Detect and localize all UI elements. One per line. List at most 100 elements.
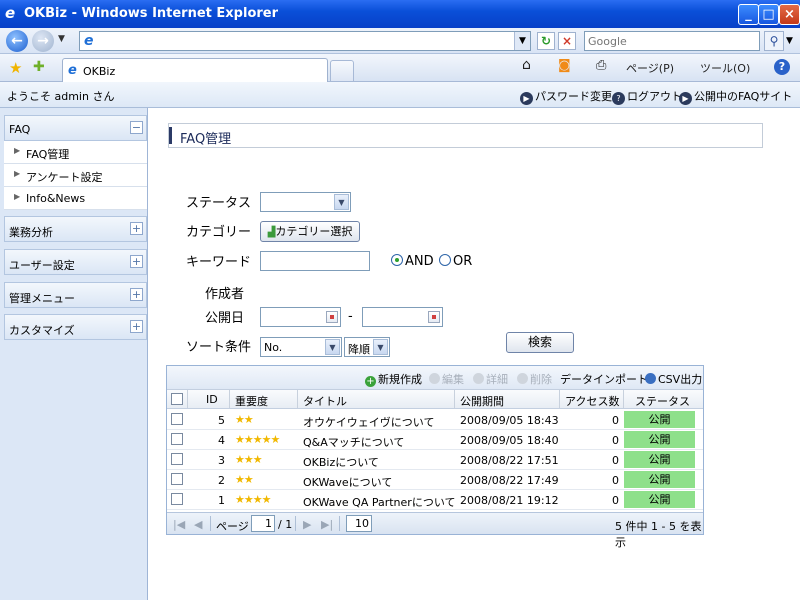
print-icon[interactable]: ⎙ (596, 58, 606, 73)
feeds-icon[interactable]: ◙ (558, 58, 571, 73)
calendar-icon[interactable] (428, 311, 440, 323)
last-page-icon[interactable]: ▶| (321, 518, 333, 531)
search-icon[interactable]: ⚲ (764, 31, 784, 51)
tools-menu[interactable]: ツール(O) (700, 60, 750, 76)
col-header-access[interactable]: アクセス数 (565, 393, 619, 409)
sidebar-section-admin-menu[interactable]: 管理メニュー + (4, 282, 147, 308)
col-header-period[interactable]: 公開期間 (460, 393, 504, 409)
row-access: 0 (612, 414, 619, 427)
logout-link[interactable]: ? ログアウト (612, 88, 682, 105)
sidebar: FAQ − ▶ FAQ管理 ▶ アンケート設定 ▶ Info&News 業務分析… (0, 108, 148, 600)
password-change-link[interactable]: ▶ パスワード変更 (520, 88, 612, 105)
search-options-dropdown-icon[interactable]: ▼ (786, 36, 793, 46)
table-row[interactable]: 5 ★★ オウケイウェイヴについて 2008/09/05 18:43 0 公開 (167, 410, 703, 430)
col-header-importance[interactable]: 重要度 (235, 393, 268, 409)
prev-page-icon[interactable]: ◀ (194, 518, 202, 531)
welcome-text: ようこそ admin さん (7, 90, 115, 103)
col-header-id[interactable]: ID (206, 393, 218, 406)
next-page-icon[interactable]: ▶ (303, 518, 311, 531)
page-menu[interactable]: ページ(P) (626, 60, 674, 76)
keyword-input[interactable] (260, 251, 370, 271)
importance-stars: ★★ (235, 473, 254, 486)
web-search-field[interactable] (584, 31, 760, 51)
page-number-input[interactable]: 1 (251, 515, 275, 532)
forward-button[interactable]: → (32, 30, 54, 52)
col-header-title[interactable]: タイトル (303, 393, 347, 409)
expand-icon[interactable]: + (130, 320, 143, 333)
expand-icon[interactable]: + (130, 288, 143, 301)
sidebar-item-survey-settings[interactable]: ▶ アンケート設定 (4, 164, 147, 187)
sidebar-section-user-settings[interactable]: ユーザー設定 + (4, 249, 147, 275)
address-input[interactable]: e ▼ (79, 31, 531, 51)
or-radio[interactable]: OR (439, 254, 472, 269)
delete-button: 削除 (517, 371, 552, 387)
radio-icon (439, 254, 451, 266)
expand-icon[interactable]: + (130, 222, 143, 235)
table-row[interactable]: 4 ★★★★★ Q&Aマッチについて 2008/09/05 18:40 0 公開 (167, 430, 703, 450)
row-checkbox[interactable] (171, 413, 183, 425)
page-title-box: FAQ管理 (168, 123, 763, 148)
category-select-button[interactable]: ▟カテゴリー選択 (260, 221, 360, 242)
per-page-input[interactable]: 10 (346, 515, 372, 532)
data-import-button[interactable]: データインポート (560, 371, 648, 387)
sidebar-item-faq-management[interactable]: ▶ FAQ管理 (4, 141, 147, 164)
col-header-status[interactable]: ステータス (635, 393, 690, 409)
table-row[interactable]: 3 ★★★ OKBizについて 2008/08/22 17:51 0 公開 (167, 450, 703, 470)
address-dropdown-icon[interactable]: ▼ (514, 32, 530, 50)
expand-icon[interactable]: + (130, 255, 143, 268)
chevron-down-icon: ▼ (325, 339, 340, 355)
row-checkbox[interactable] (171, 433, 183, 445)
collapse-icon[interactable]: − (130, 121, 143, 134)
edit-button: 編集 (429, 371, 464, 387)
recent-pages-dropdown-icon[interactable]: ▼ (58, 34, 65, 44)
close-window-button[interactable]: × (779, 4, 800, 25)
sidebar-section-business-analysis[interactable]: 業務分析 + (4, 216, 147, 242)
date-to-input[interactable] (362, 307, 443, 327)
first-page-icon[interactable]: |◀ (173, 518, 185, 531)
refresh-icon[interactable]: ↻ (537, 32, 555, 50)
stop-icon[interactable]: × (558, 32, 576, 50)
maximize-button[interactable]: □ (758, 4, 779, 25)
back-button[interactable]: ← (6, 30, 28, 52)
sort-field-select[interactable]: No. ▼ (260, 337, 342, 357)
home-icon[interactable]: ⌂ (522, 57, 531, 73)
grid-pager: |◀ ◀ ページ 1 / 1 ▶ ▶| 10 5 件中 1 - 5 を表示 (167, 512, 703, 549)
row-checkbox[interactable] (171, 493, 183, 505)
row-title: OKBizについて (303, 456, 379, 469)
sidebar-section-faq[interactable]: FAQ − (4, 115, 147, 141)
row-title: Q&Aマッチについて (303, 436, 405, 449)
minimize-button[interactable]: _ (738, 4, 759, 25)
date-from-input[interactable] (260, 307, 341, 327)
page-title: FAQ管理 (180, 132, 232, 147)
chevron-down-icon: ▼ (334, 194, 349, 210)
web-search-input[interactable] (585, 32, 755, 50)
table-row[interactable]: 1 ★★★★ OKWave QA Partnerについて 2008/08/21 … (167, 490, 703, 510)
row-period: 2008/08/22 17:49 (460, 474, 559, 487)
add-favorites-icon[interactable]: ✚ (33, 59, 45, 75)
sidebar-item-info-news[interactable]: ▶ Info&News (4, 187, 147, 210)
sort-order-select[interactable]: 降順 ▼ (344, 337, 390, 357)
arrow-circle-icon: ▶ (679, 92, 692, 105)
csv-export-button[interactable]: CSV出力 (645, 371, 702, 387)
tab-okbiz[interactable]: e OKBiz (62, 58, 328, 83)
row-checkbox[interactable] (171, 453, 183, 465)
search-button[interactable]: 検索 (506, 332, 574, 353)
row-checkbox[interactable] (171, 473, 183, 485)
status-select[interactable]: ▼ (260, 192, 351, 212)
grid-header: ID 重要度 タイトル 公開期間 アクセス数 ステータス (167, 389, 703, 409)
favorites-star-icon[interactable]: ★ (9, 59, 22, 77)
table-row[interactable]: 2 ★★ OKWaveについて 2008/08/22 17:49 0 公開 (167, 470, 703, 490)
select-all-checkbox[interactable] (171, 393, 183, 405)
detail-icon (473, 373, 484, 384)
calendar-icon[interactable] (326, 311, 338, 323)
and-radio[interactable]: AND (391, 254, 434, 269)
help-icon[interactable]: ? (774, 59, 790, 75)
new-button[interactable]: + 新規作成 (365, 371, 422, 387)
new-tab-button[interactable] (330, 60, 354, 82)
row-access: 0 (612, 474, 619, 487)
row-access: 0 (612, 454, 619, 467)
ie-logo-icon: e (5, 4, 16, 22)
sidebar-section-customize[interactable]: カスタマイズ + (4, 314, 147, 340)
row-period: 2008/09/05 18:40 (460, 434, 559, 447)
row-title: OKWave QA Partnerについて (303, 496, 456, 509)
